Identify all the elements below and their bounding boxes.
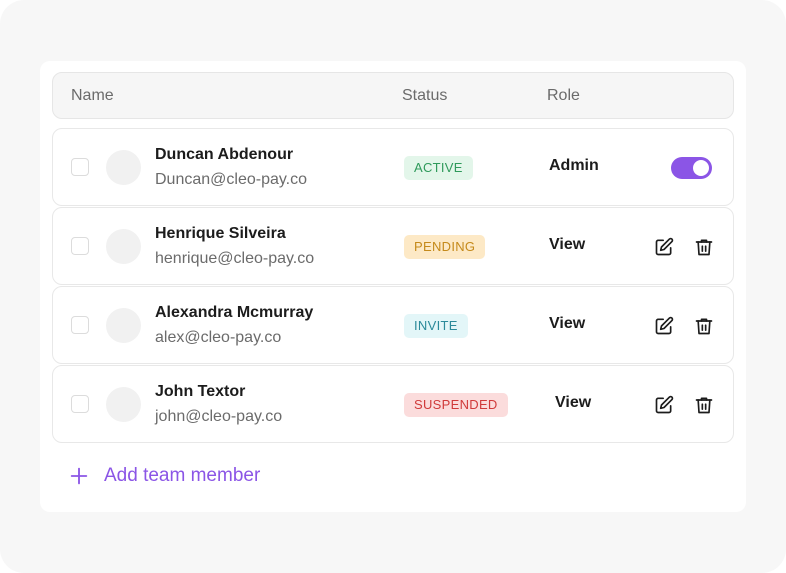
admin-toggle[interactable] bbox=[671, 157, 712, 179]
table-row: Duncan Abdenour Duncan@cleo-pay.co ACTIV… bbox=[52, 128, 734, 206]
row-checkbox[interactable] bbox=[71, 158, 89, 176]
member-name: John Textor bbox=[155, 383, 246, 400]
member-name: Duncan Abdenour bbox=[155, 146, 294, 163]
member-email: john@cleo-pay.co bbox=[155, 408, 283, 425]
member-email: alex@cleo-pay.co bbox=[155, 329, 282, 346]
trash-icon[interactable] bbox=[693, 315, 715, 337]
member-role[interactable]: Admin bbox=[549, 157, 599, 175]
member-email: Duncan@cleo-pay.co bbox=[155, 171, 308, 188]
header-role: Role bbox=[547, 87, 580, 104]
member-name: Henrique Silveira bbox=[155, 225, 286, 242]
add-team-member-button[interactable]: Add team member bbox=[68, 461, 260, 491]
table-row: Alexandra Mcmurray alex@cleo-pay.co INVI… bbox=[52, 286, 734, 364]
table-header: Name Status Role bbox=[52, 72, 734, 119]
member-name: Alexandra Mcmurray bbox=[155, 304, 314, 321]
page-background: Name Status Role Duncan Abdenour Duncan@… bbox=[0, 0, 786, 573]
avatar bbox=[106, 150, 141, 185]
add-team-member-label: Add team member bbox=[104, 465, 261, 486]
trash-icon[interactable] bbox=[693, 236, 715, 258]
toggle-knob bbox=[693, 160, 709, 176]
edit-icon[interactable] bbox=[653, 315, 675, 337]
plus-icon bbox=[70, 467, 88, 485]
member-role[interactable]: View bbox=[555, 394, 591, 412]
status-badge: ACTIVE bbox=[404, 156, 473, 180]
table-row: John Textor john@cleo-pay.co SUSPENDED V… bbox=[52, 365, 734, 443]
edit-icon[interactable] bbox=[653, 236, 675, 258]
status-badge: SUSPENDED bbox=[404, 393, 508, 417]
edit-icon[interactable] bbox=[653, 394, 675, 416]
row-checkbox[interactable] bbox=[71, 395, 89, 413]
team-members-card: Name Status Role Duncan Abdenour Duncan@… bbox=[40, 61, 746, 512]
row-checkbox[interactable] bbox=[71, 237, 89, 255]
trash-icon[interactable] bbox=[693, 394, 715, 416]
table-row: Henrique Silveira henrique@cleo-pay.co P… bbox=[52, 207, 734, 285]
member-email: henrique@cleo-pay.co bbox=[155, 250, 315, 267]
avatar bbox=[106, 387, 141, 422]
row-checkbox[interactable] bbox=[71, 316, 89, 334]
avatar bbox=[106, 308, 141, 343]
status-badge: INVITE bbox=[404, 314, 468, 338]
header-status: Status bbox=[402, 87, 448, 104]
member-role[interactable]: View bbox=[549, 236, 585, 254]
member-role[interactable]: View bbox=[549, 315, 585, 333]
status-badge: PENDING bbox=[404, 235, 486, 259]
header-name: Name bbox=[71, 87, 114, 104]
avatar bbox=[106, 229, 141, 264]
